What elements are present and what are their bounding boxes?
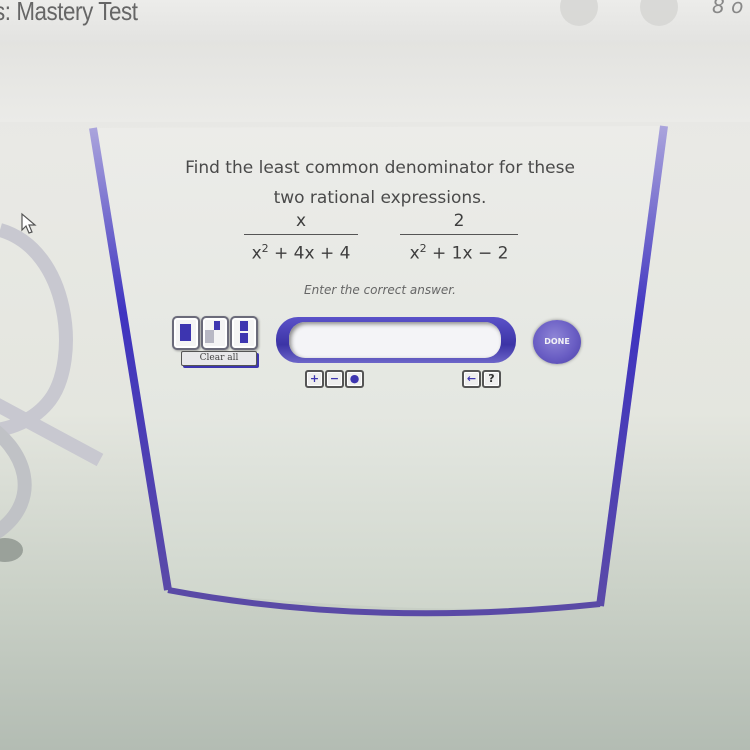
denominator: x2 + 1x − 2 [400, 238, 518, 264]
denominator-exponent: 2 [419, 242, 427, 255]
box-template-icon [180, 324, 191, 341]
fraction-numerator-icon [240, 321, 248, 331]
rational-expression-2: 2 x2 + 1x − 2 [400, 210, 518, 264]
denominator-base: x [251, 243, 262, 264]
question-panel: Find the least common denominator for th… [0, 0, 750, 750]
exponent-power-icon [214, 321, 220, 330]
minus-sign-button[interactable]: − [325, 370, 344, 388]
plus-sign-button[interactable]: + [305, 370, 324, 388]
prompt-line-1: Find the least common denominator for th… [185, 158, 575, 178]
answer-input[interactable] [289, 322, 501, 358]
denominator-terms: + 4x + 4 [268, 243, 351, 264]
box-template-button[interactable] [172, 316, 200, 350]
exponent-base-icon [205, 330, 214, 343]
clear-all-button[interactable]: Clear all [181, 351, 257, 366]
denominator-exponent: 2 [261, 242, 269, 255]
exponent-template-button[interactable] [201, 316, 229, 350]
rational-expression-1: x x2 + 4x + 4 [244, 210, 358, 264]
fraction-template-button[interactable] [230, 316, 258, 350]
prompt-line-2: two rational expressions. [273, 188, 487, 208]
help-button[interactable]: ? [482, 370, 501, 388]
denominator: x2 + 4x + 4 [244, 238, 358, 264]
denominator-base: x [409, 243, 420, 264]
numerator: 2 [453, 211, 465, 231]
done-button[interactable]: DONE [533, 320, 581, 364]
fraction-denominator-icon [240, 333, 248, 343]
denominator-terms: + 1x − 2 [426, 243, 509, 264]
instruction-text: Enter the correct answer. [304, 283, 456, 297]
dot-button[interactable]: ● [345, 370, 364, 388]
fraction-bar [400, 234, 518, 235]
backspace-button[interactable]: ← [462, 370, 481, 388]
fraction-bar [244, 234, 358, 235]
numerator: x [295, 211, 307, 231]
question-prompt: Find the least common denominator for th… [170, 153, 590, 213]
